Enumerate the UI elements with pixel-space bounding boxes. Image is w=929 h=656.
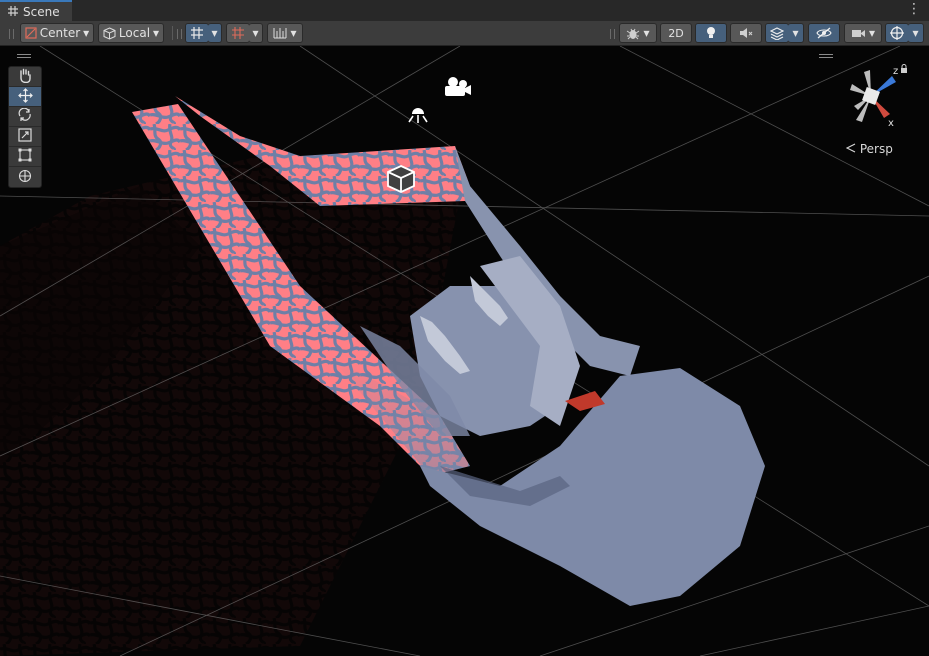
eye-slash-icon [816, 27, 832, 39]
gizmos-button[interactable] [885, 23, 909, 43]
rotate-icon [18, 107, 32, 125]
chevron-down-icon: ▾ [153, 26, 160, 40]
video-camera-icon [851, 28, 866, 39]
move-arrows-icon [17, 87, 33, 106]
tab-scene-label: Scene [23, 4, 60, 19]
increment-snap-dropdown[interactable]: ▾ [267, 23, 303, 43]
toolbar-separator [172, 26, 173, 40]
chevron-down-icon: ▾ [868, 26, 876, 40]
perspective-icon [845, 142, 860, 156]
pivot-mode-label: Center [39, 26, 81, 40]
chevron-down-icon: ▾ [290, 26, 297, 40]
orientation-gizmo[interactable]: z x [840, 62, 910, 134]
pivot-rotation-label: Local [118, 26, 151, 40]
scene-viewport[interactable]: z x Persp [0, 46, 929, 656]
transform-tool-button[interactable] [9, 167, 41, 187]
rect-transform-icon [18, 148, 32, 165]
window-tab-bar: Scene ⋮ [0, 0, 929, 22]
debug-draw-mode-dropdown[interactable]: ▾ [619, 23, 657, 43]
move-tool-button[interactable] [9, 87, 41, 107]
ruler-icon [273, 27, 287, 39]
scene-audio-button[interactable] [730, 23, 762, 43]
projection-label: Persp [859, 142, 893, 156]
camera-object-icon[interactable] [442, 74, 472, 103]
gizmo-globe-icon [890, 26, 904, 40]
scene-lighting-button[interactable] [695, 23, 727, 43]
2d-mode-button[interactable]: 2D [660, 23, 692, 43]
toolbar-grip [177, 29, 182, 39]
scene-effects-button[interactable] [765, 23, 789, 43]
chevron-down-icon: ▾ [83, 26, 90, 40]
bug-icon [626, 27, 640, 40]
pivot-rotation-dropdown[interactable]: Local ▾ [98, 23, 164, 43]
orientation-overlay-handle[interactable] [819, 54, 833, 58]
transform-all-icon [18, 169, 32, 186]
gizmos-dropdown[interactable]: ▾ [908, 23, 924, 43]
lock-icon[interactable] [900, 62, 908, 76]
toolbar-grip [610, 29, 615, 39]
scale-icon [18, 128, 32, 145]
tab-scene[interactable]: Scene [0, 0, 72, 21]
rotate-tool-button[interactable] [9, 107, 41, 127]
grid-options-dropdown[interactable]: ▾ [208, 23, 222, 43]
toolbar-grip [9, 29, 14, 39]
hand-tool-button[interactable] [9, 67, 41, 87]
rect-tool-button[interactable] [9, 147, 41, 167]
chevron-down-icon: ▾ [643, 26, 650, 40]
scene-toolbar: Center ▾ Local ▾ ▾ ▾ ▾ ▾ 2D ▾ ▾ ▾ [0, 21, 929, 46]
hidden-objects-toggle[interactable] [808, 23, 840, 43]
axis-x-label: x [888, 118, 894, 129]
2d-mode-label: 2D [668, 26, 684, 40]
effects-layers-icon [770, 26, 784, 40]
scene-camera-dropdown[interactable]: ▾ [844, 23, 882, 43]
pivot-center-icon [25, 27, 37, 39]
pivot-mode-dropdown[interactable]: Center ▾ [20, 23, 94, 43]
gameobject-cube-icon[interactable] [386, 164, 416, 197]
snap-grid-icon [231, 26, 245, 40]
hash-icon [8, 5, 18, 19]
local-cube-icon [103, 26, 116, 40]
transform-tools-overlay [8, 66, 42, 188]
grid-icon [190, 26, 204, 40]
grid-visibility-button[interactable] [185, 23, 209, 43]
hand-icon [18, 68, 32, 86]
light-object-icon[interactable] [406, 102, 430, 127]
scene-effects-dropdown[interactable]: ▾ [788, 23, 804, 43]
chevron-down-icon: ▾ [792, 26, 799, 40]
chevron-down-icon: ▾ [912, 26, 919, 40]
projection-toggle[interactable]: Persp [845, 142, 893, 156]
light-bulb-icon [705, 26, 717, 40]
snap-toggle-button[interactable] [226, 23, 250, 43]
scene-render [0, 46, 929, 656]
chevron-down-icon: ▾ [211, 26, 218, 40]
more-options-icon[interactable]: ⋮ [907, 2, 921, 16]
axis-z-label: z [893, 66, 899, 77]
chevron-down-icon: ▾ [252, 26, 259, 40]
snap-options-dropdown[interactable]: ▾ [249, 23, 263, 43]
tools-overlay-handle[interactable] [17, 54, 31, 58]
scale-tool-button[interactable] [9, 127, 41, 147]
audio-mute-icon [739, 27, 753, 39]
